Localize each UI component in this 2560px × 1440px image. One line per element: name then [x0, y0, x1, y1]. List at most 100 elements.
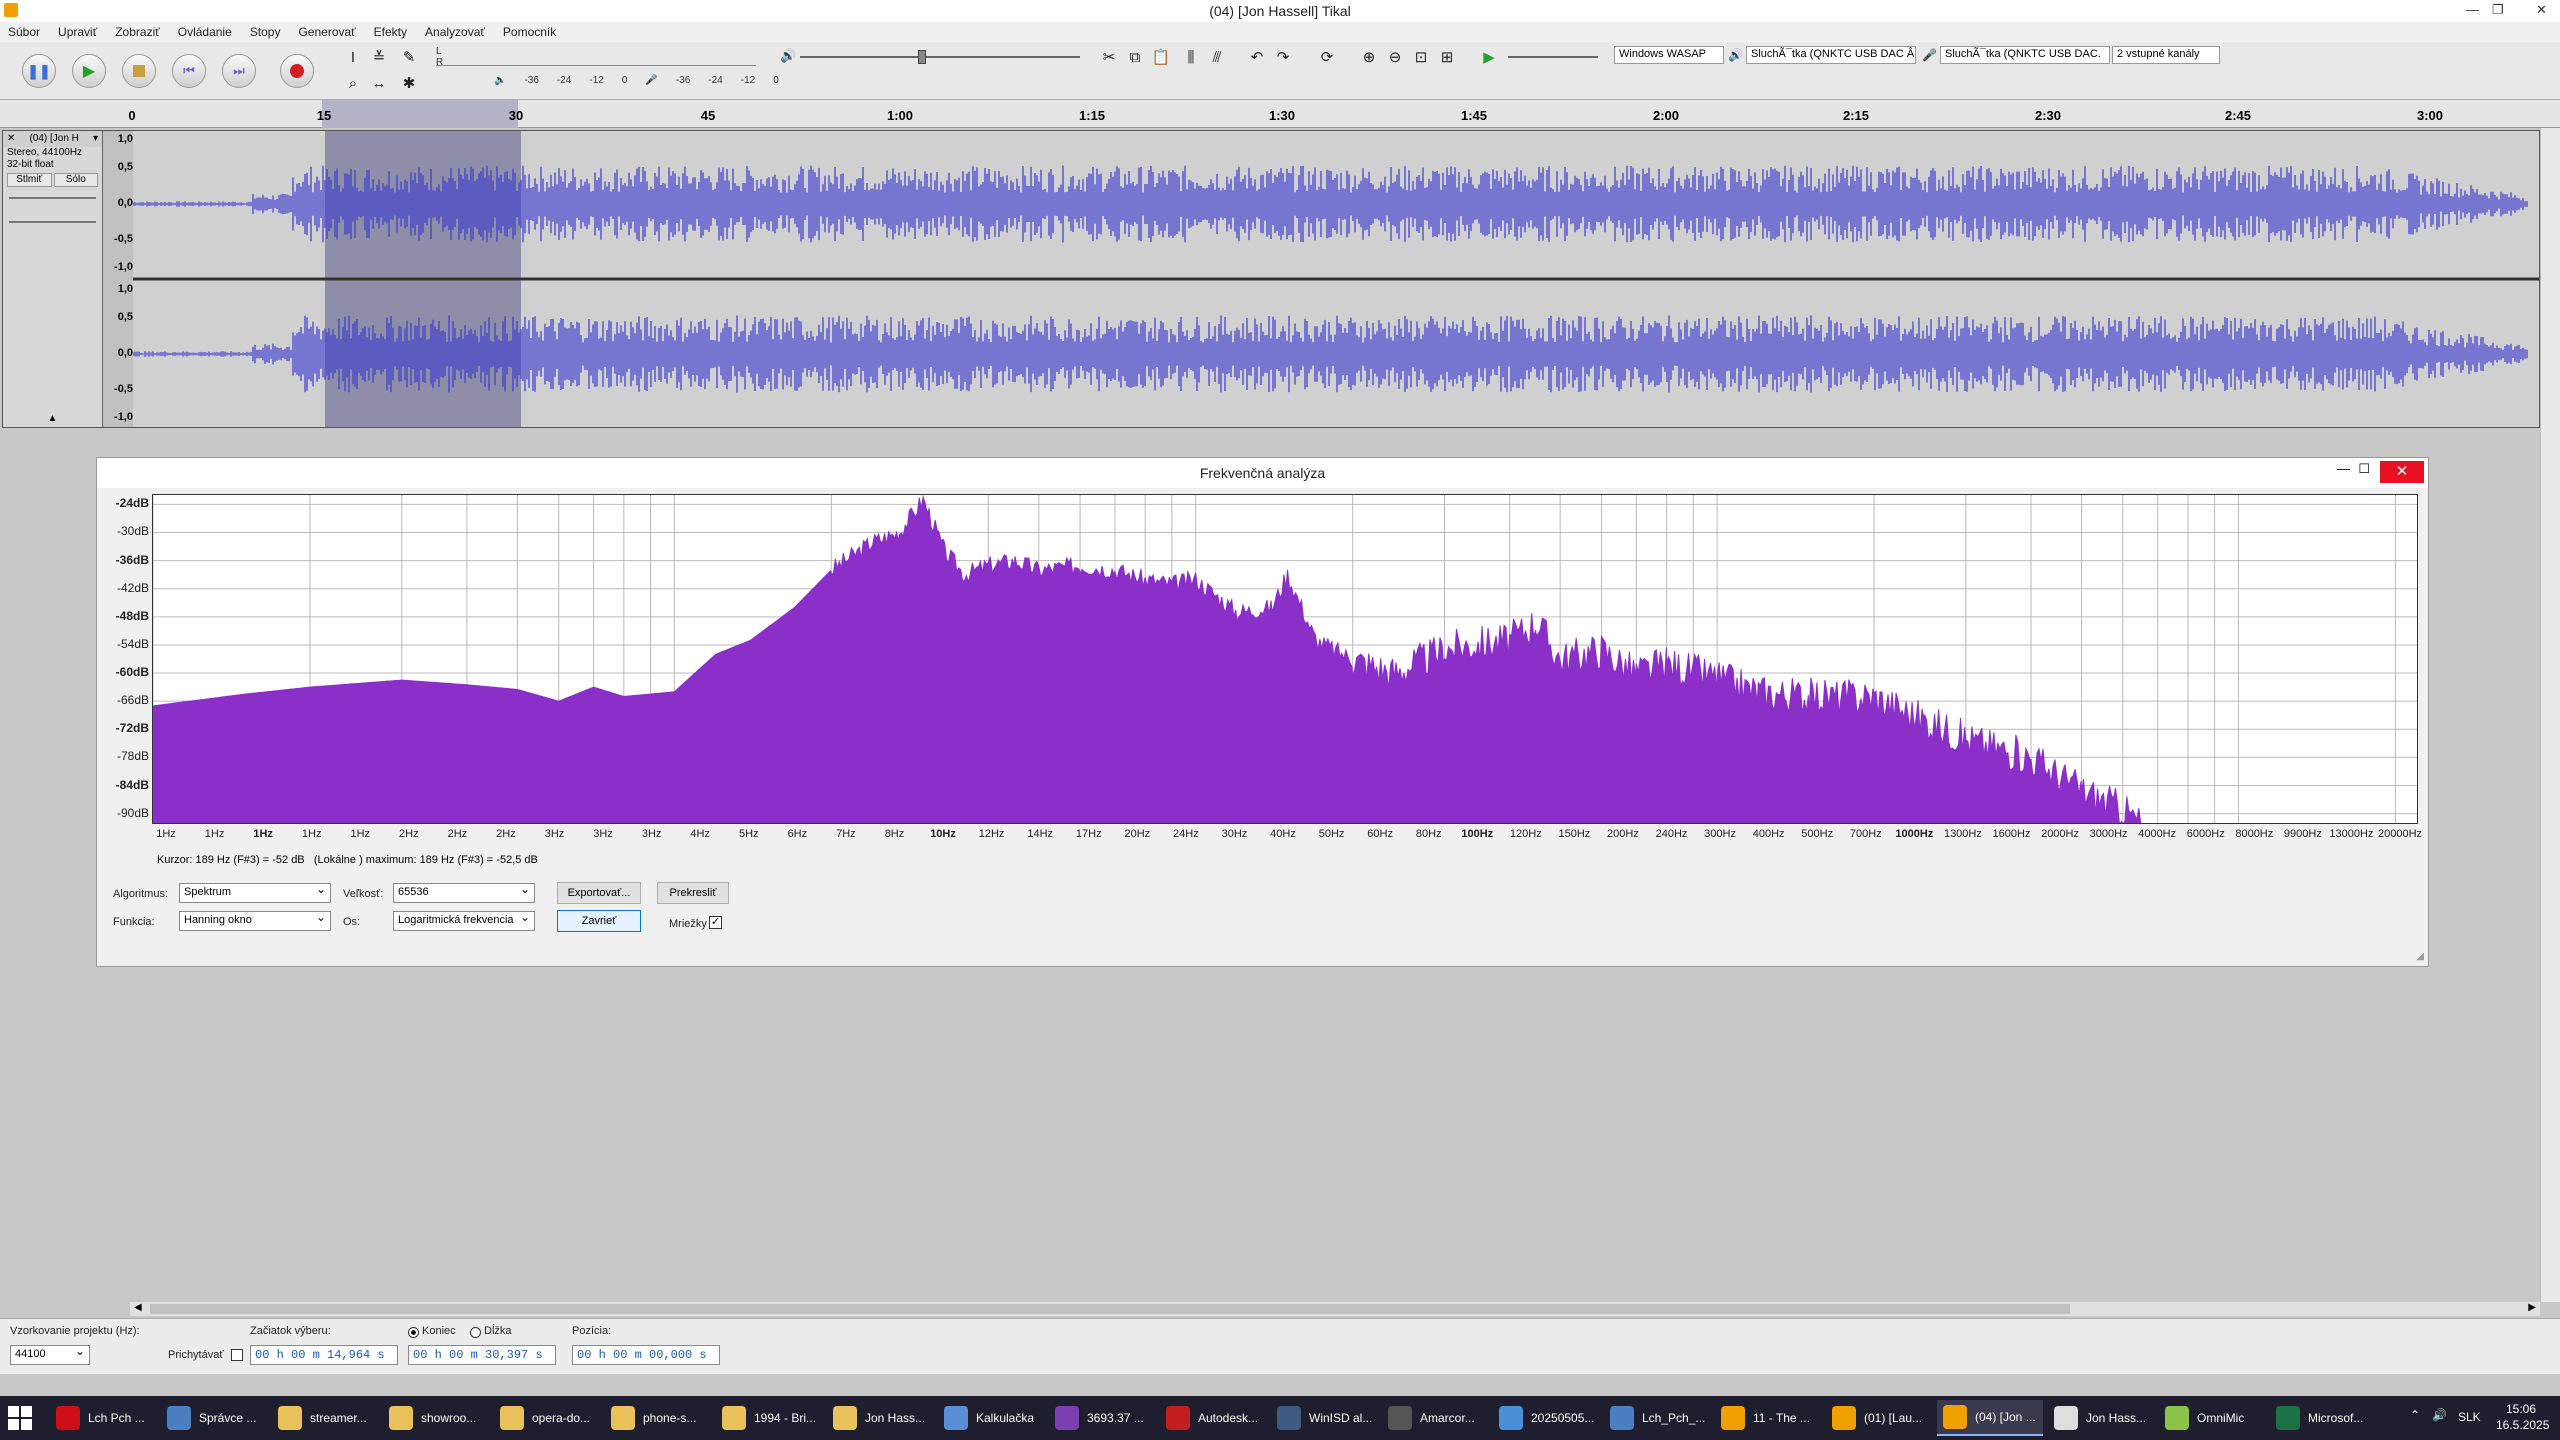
pause-button[interactable]: ❚❚ — [22, 54, 56, 88]
scroll-left-icon[interactable]: ◀ — [134, 1302, 142, 1313]
play-button[interactable]: ▶ — [72, 54, 106, 88]
tray-volume-icon[interactable]: 🔊 — [2432, 1408, 2447, 1422]
length-radio[interactable] — [470, 1327, 481, 1338]
menu-transport[interactable]: Ovládanie — [178, 25, 232, 39]
play-at-speed-icon[interactable]: ▶ — [1478, 46, 1500, 68]
cut-icon[interactable]: ✂ — [1098, 46, 1120, 68]
menu-file[interactable]: Súbor — [8, 25, 40, 39]
size-select[interactable]: 65536 — [393, 882, 535, 903]
project-rate-select[interactable]: 44100 — [10, 1344, 90, 1365]
copy-icon[interactable]: ⧉ — [1124, 46, 1146, 68]
close-dialog-button[interactable]: Zavrieť — [557, 910, 641, 932]
taskbar-item[interactable]: Microsof... — [2270, 1400, 2376, 1436]
menu-help[interactable]: Pomocník — [503, 25, 556, 39]
horizontal-scrollbar[interactable]: ◀ ▶ — [130, 1302, 2540, 1316]
taskbar-item[interactable]: Amarcor... — [1382, 1400, 1488, 1436]
gain-slider[interactable] — [9, 197, 96, 199]
playback-volume-slider[interactable] — [800, 56, 1080, 58]
sync-lock-icon[interactable]: ⟳ — [1316, 46, 1338, 68]
taskbar-item[interactable]: 20250505... — [1493, 1400, 1599, 1436]
taskbar-item[interactable]: 11 - The ... — [1715, 1400, 1821, 1436]
grid-checkbox[interactable]: ✓ — [709, 916, 722, 929]
menu-tracks[interactable]: Stopy — [250, 25, 281, 39]
track-name[interactable]: (04) [Jon H — [29, 133, 78, 145]
dialog-close-icon[interactable]: ✕ — [2380, 461, 2424, 483]
output-device-select[interactable]: SluchÃ¯tka (QNKTC USB DAC Â — [1746, 46, 1916, 64]
menu-view[interactable]: Zobraziť — [115, 25, 160, 39]
audio-position-time[interactable]: 00 h 00 m 00,000 s — [572, 1345, 720, 1365]
taskbar-item[interactable]: Lch_Pch_... — [1604, 1400, 1710, 1436]
taskbar-item[interactable]: Lch Pch ... — [50, 1400, 156, 1436]
taskbar-item[interactable]: Autodesk... — [1160, 1400, 1266, 1436]
volume-slider-thumb[interactable] — [918, 50, 926, 64]
menu-effects[interactable]: Efekty — [374, 25, 407, 39]
menu-analyze[interactable]: Analyzovať — [425, 25, 485, 39]
taskbar-item[interactable]: Jon Hass... — [2048, 1400, 2154, 1436]
taskbar-item[interactable]: opera-do... — [494, 1400, 600, 1436]
close-icon[interactable]: ✕ — [2536, 2, 2547, 18]
audio-host-select[interactable]: Windows WASAP — [1614, 46, 1724, 64]
taskbar-item[interactable]: 3693.37 ... — [1049, 1400, 1155, 1436]
algorithm-select[interactable]: Spektrum — [179, 882, 331, 903]
skip-start-button[interactable]: ⏮ — [172, 54, 206, 88]
record-meter[interactable]: LR — [436, 46, 756, 68]
vertical-scrollbar[interactable] — [2540, 128, 2560, 1302]
scroll-right-icon[interactable]: ▶ — [2528, 1302, 2536, 1313]
fit-selection-icon[interactable]: ⊡ — [1410, 46, 1432, 68]
input-device-select[interactable]: SluchÃ¯tka (QNKTC USB DAC. — [1940, 46, 2110, 64]
timeline-ruler[interactable]: 0 15 30 45 1:00 1:15 1:30 1:45 2:00 2:15… — [0, 100, 2560, 128]
draw-tool-icon[interactable]: ✎ — [398, 46, 420, 68]
redo-icon[interactable]: ↷ — [1272, 46, 1294, 68]
track-menu-icon[interactable]: ▾ — [93, 133, 98, 145]
zoom-in-icon[interactable]: ⊕ — [1358, 46, 1380, 68]
taskbar-item[interactable]: (04) [Jon ... — [1937, 1400, 2043, 1436]
menu-edit[interactable]: Upraviť — [58, 25, 97, 39]
mute-button[interactable]: Stlmiť — [7, 173, 52, 187]
collapse-track-icon[interactable]: ▲ — [3, 413, 102, 425]
zoom-tool-icon[interactable]: ⌕ — [342, 72, 364, 94]
silence-icon[interactable]: ⫻ — [1206, 46, 1228, 68]
stop-button[interactable] — [122, 54, 156, 88]
clock-date[interactable]: 16.5.2025 — [2496, 1418, 2549, 1432]
snap-checkbox[interactable] — [231, 1349, 243, 1361]
language-indicator[interactable]: SLK — [2458, 1410, 2481, 1424]
solo-button[interactable]: Sólo — [53, 173, 98, 187]
selection-start-time[interactable]: 00 h 00 m 14,964 s — [250, 1345, 398, 1365]
scroll-thumb[interactable] — [150, 1304, 2070, 1314]
taskbar-item[interactable]: Jon Hass... — [827, 1400, 933, 1436]
taskbar-item[interactable]: OmniMic — [2159, 1400, 2265, 1436]
paste-icon[interactable]: 📋 — [1150, 46, 1172, 68]
selection-end-time[interactable]: 00 h 00 m 30,397 s — [408, 1345, 556, 1365]
zoom-out-icon[interactable]: ⊖ — [1384, 46, 1406, 68]
tray-chevron-icon[interactable]: ⌃ — [2410, 1408, 2420, 1422]
dialog-maximize-icon[interactable]: ☐ — [2358, 461, 2370, 477]
taskbar-item[interactable]: WinISD al... — [1271, 1400, 1377, 1436]
end-radio[interactable] — [408, 1327, 419, 1338]
fit-project-icon[interactable]: ⊞ — [1436, 46, 1458, 68]
axis-select[interactable]: Logaritmická frekvencia — [393, 910, 535, 931]
skip-end-button[interactable]: ⏭ — [222, 54, 256, 88]
clock-time[interactable]: 15:06 — [2506, 1402, 2536, 1416]
play-speed-slider[interactable] — [1508, 56, 1598, 58]
track-close-icon[interactable]: ✕ — [7, 133, 15, 145]
multi-tool-icon[interactable]: ✱ — [398, 72, 420, 94]
taskbar-item[interactable]: showroo... — [383, 1400, 489, 1436]
input-channels-select[interactable]: 2 vstupné kanály — [2112, 46, 2220, 64]
minimize-icon[interactable]: — — [2466, 2, 2479, 17]
spectrum-plot[interactable] — [152, 494, 2418, 828]
dialog-minimize-icon[interactable]: — — [2337, 461, 2350, 476]
taskbar-item[interactable]: phone-s... — [605, 1400, 711, 1436]
taskbar-item[interactable]: Kalkulačka — [938, 1400, 1044, 1436]
function-select[interactable]: Hanning okno — [179, 910, 331, 931]
menu-generate[interactable]: Generovať — [298, 25, 355, 39]
envelope-tool-icon[interactable]: ≚ — [368, 46, 390, 68]
taskbar-item[interactable]: 1994 - Bri... — [716, 1400, 822, 1436]
taskbar-item[interactable]: Správce ... — [161, 1400, 267, 1436]
export-button[interactable]: Exportovať... — [557, 882, 641, 904]
undo-icon[interactable]: ↶ — [1246, 46, 1268, 68]
taskbar-item[interactable]: (01) [Lau... — [1826, 1400, 1932, 1436]
start-button[interactable] — [8, 1406, 32, 1430]
selection-tool-icon[interactable]: I — [342, 46, 364, 68]
timeshift-tool-icon[interactable]: ↔ — [368, 72, 390, 94]
pan-slider[interactable] — [9, 221, 96, 223]
